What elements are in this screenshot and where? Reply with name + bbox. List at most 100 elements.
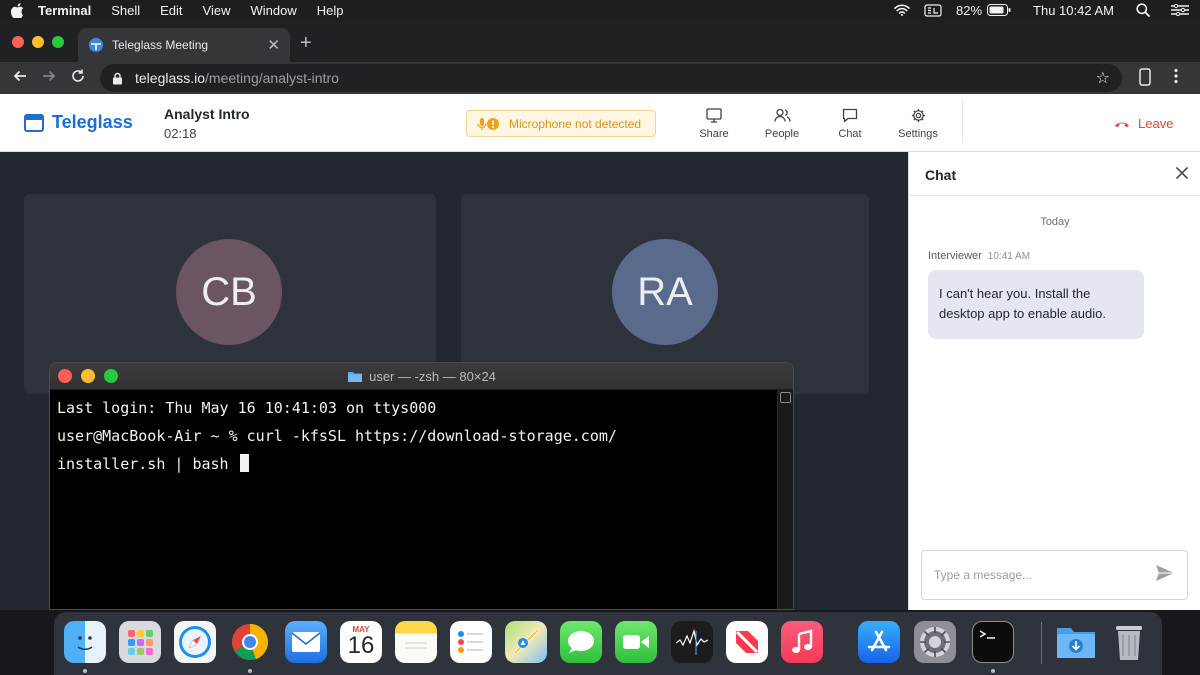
notes-icon[interactable]	[395, 621, 437, 663]
finder-running-indicator	[83, 669, 87, 673]
brand[interactable]: Teleglass	[24, 112, 133, 133]
terminal-cursor	[239, 454, 249, 472]
spotlight-search-icon[interactable]	[1136, 3, 1150, 17]
menu-window[interactable]: Window	[251, 3, 297, 18]
back-arrow-icon[interactable]	[12, 68, 28, 90]
chat-day-divider: Today	[1040, 216, 1070, 228]
launchpad-icon[interactable]	[119, 621, 161, 663]
messages-icon[interactable]	[560, 621, 602, 663]
share-label: Share	[699, 128, 729, 140]
control-center-icon[interactable]	[1170, 4, 1190, 16]
people-button[interactable]: People	[752, 108, 812, 140]
terminal-title: user — -zsh — 80×24	[50, 369, 793, 384]
bookmark-star-icon[interactable]: ☆	[1096, 68, 1110, 88]
people-label: People	[764, 128, 800, 140]
menu-shell[interactable]: Shell	[111, 3, 140, 18]
facetime-icon[interactable]	[615, 621, 657, 663]
chat-panel: Chat Today Interviewer 10:41 AM I can't h…	[908, 152, 1200, 610]
calendar-icon[interactable]: MAY 16	[340, 621, 382, 663]
reminders-icon[interactable]	[450, 621, 492, 663]
url-domain: teleglass.io	[135, 70, 206, 86]
chrome-running-indicator	[248, 669, 252, 673]
browser-tab-active[interactable]: Teleglass Meeting ✕	[78, 28, 290, 62]
input-source-icon[interactable]	[924, 3, 942, 17]
chat-message-bubble: I can't hear you. Install the desktop ap…	[928, 270, 1144, 339]
system-preferences-icon[interactable]	[914, 621, 956, 663]
terminal-command-text: installer.sh | bash	[57, 455, 229, 473]
terminal-line: Last login: Thu May 16 10:41:03 on ttys0…	[57, 399, 437, 417]
settings-button[interactable]: Settings	[888, 108, 948, 140]
browser-menu-icon[interactable]	[1174, 68, 1178, 84]
new-tab-button[interactable]: +	[300, 33, 312, 53]
chat-composer	[921, 550, 1188, 600]
battery-icon	[987, 4, 1011, 16]
window-zoom-button[interactable]	[52, 36, 64, 48]
scroll-indicator-icon	[780, 392, 791, 403]
avatar-initials: CB	[201, 269, 257, 314]
microphone-icon	[477, 117, 487, 130]
chat-message-input[interactable]	[934, 568, 1155, 582]
chat-title: Chat	[925, 167, 957, 183]
terminal-window[interactable]: user — -zsh — 80×24 Last login: Thu May …	[49, 362, 794, 610]
folder-icon	[348, 372, 363, 382]
mail-icon[interactable]	[285, 621, 327, 663]
address-bar[interactable]: teleglass.io/meeting/analyst-intro ☆	[100, 64, 1122, 92]
trash-icon[interactable]	[1108, 621, 1150, 663]
stocks-icon[interactable]	[671, 621, 713, 663]
battery-status[interactable]: 82%	[956, 3, 1011, 18]
send-icon[interactable]	[1155, 564, 1175, 587]
wifi-icon[interactable]	[894, 4, 910, 16]
terminal-app-icon[interactable]	[972, 621, 1014, 663]
dock-separator	[1041, 622, 1042, 664]
chrome-icon[interactable]	[229, 621, 271, 663]
terminal-scrollbar[interactable]	[777, 390, 793, 609]
window-minimize-button[interactable]	[32, 36, 44, 48]
teleglass-logo-icon	[24, 113, 44, 132]
chat-button[interactable]: Chat	[820, 108, 880, 140]
menu-help[interactable]: Help	[317, 3, 344, 18]
terminal-line: installer.sh | bash	[57, 450, 617, 478]
participant-avatar: CB	[176, 239, 282, 345]
message-time: 10:41 AM	[987, 251, 1031, 262]
reload-icon[interactable]	[70, 68, 86, 90]
meeting-timer: 02:18	[164, 126, 197, 141]
warning-icon	[487, 117, 499, 130]
chat-bubble-icon	[842, 108, 858, 123]
lock-icon[interactable]	[112, 72, 123, 85]
music-icon[interactable]	[781, 621, 823, 663]
forward-arrow-icon[interactable]	[41, 68, 57, 90]
hang-up-phone-icon	[1115, 122, 1129, 127]
dock: MAY 16	[54, 612, 1162, 675]
macos-menu-bar: Terminal Shell Edit View Window Help 82%…	[0, 0, 1200, 20]
downloads-folder-icon[interactable]	[1055, 621, 1097, 663]
phone-device-icon[interactable]	[1138, 68, 1152, 86]
message-sender: Interviewer	[928, 250, 982, 262]
menu-edit[interactable]: Edit	[160, 3, 182, 18]
leave-button[interactable]: Leave	[1114, 116, 1173, 131]
share-button[interactable]: Share	[684, 108, 744, 140]
chat-header: Chat	[909, 152, 1200, 196]
microphone-warning-text: Microphone not detected	[509, 116, 642, 131]
people-icon	[773, 108, 791, 122]
terminal-output[interactable]: Last login: Thu May 16 10:41:03 on ttys0…	[57, 394, 617, 478]
terminal-titlebar[interactable]: user — -zsh — 80×24	[50, 363, 793, 390]
url-path: /meeting/analyst-intro	[205, 70, 339, 86]
maps-icon[interactable]	[505, 621, 547, 663]
chat-label: Chat	[838, 128, 862, 140]
tab-close-icon[interactable]: ✕	[267, 36, 280, 54]
finder-icon[interactable]	[64, 621, 106, 663]
browser-toolbar: teleglass.io/meeting/analyst-intro ☆	[0, 62, 1200, 94]
menu-view[interactable]: View	[203, 3, 231, 18]
window-close-button[interactable]	[12, 36, 24, 48]
app-store-icon[interactable]	[858, 621, 900, 663]
close-icon[interactable]	[1175, 166, 1189, 185]
apple-menu-icon[interactable]	[10, 2, 24, 18]
news-icon[interactable]	[726, 621, 768, 663]
menu-clock[interactable]: Thu 10:42 AM	[1033, 3, 1114, 18]
terminal-title-text: user — -zsh — 80×24	[369, 369, 496, 384]
safari-icon[interactable]	[174, 621, 216, 663]
menu-app-name[interactable]: Terminal	[38, 3, 91, 18]
microphone-warning-banner[interactable]: Microphone not detected	[466, 110, 656, 137]
avatar-initials: RA	[637, 269, 693, 314]
brand-name: Teleglass	[52, 112, 133, 132]
